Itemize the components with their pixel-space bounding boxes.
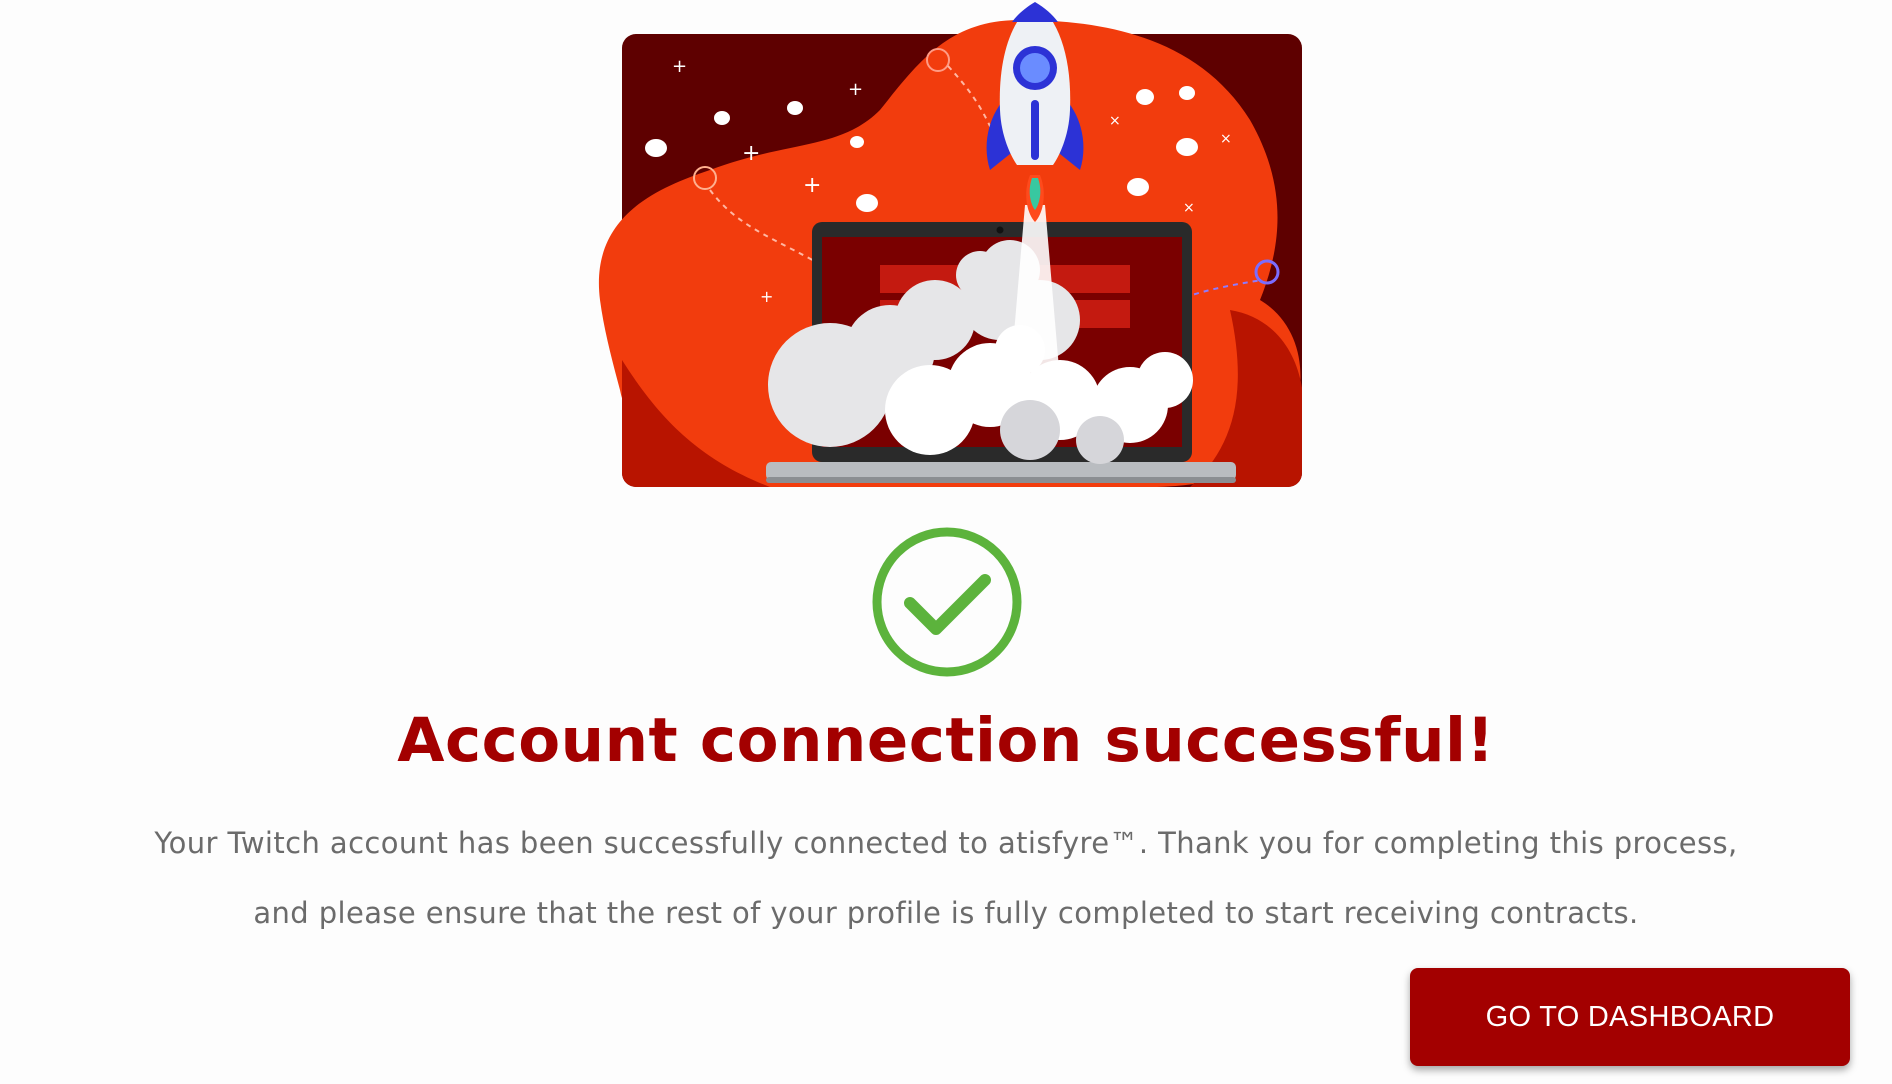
- svg-text:+: +: [803, 173, 821, 198]
- success-message-line-2: and please ensure that the rest of your …: [253, 896, 1639, 930]
- svg-text:+: +: [848, 79, 863, 100]
- success-title: Account connection successful!: [397, 705, 1495, 776]
- svg-text:+: +: [760, 287, 773, 306]
- svg-text:×: ×: [1109, 113, 1121, 129]
- success-message-line-1: Your Twitch account has been successfull…: [154, 826, 1738, 860]
- success-message: Your Twitch account has been successfull…: [20, 808, 1872, 948]
- check-circle-icon: [872, 527, 1022, 677]
- go-to-dashboard-button[interactable]: GO TO DASHBOARD: [1410, 968, 1850, 1066]
- connection-success-page: + + + + + × × × Account connection succe…: [0, 0, 1892, 1084]
- svg-text:+: +: [742, 141, 760, 166]
- svg-text:×: ×: [1183, 200, 1195, 216]
- svg-text:+: +: [672, 56, 687, 77]
- rocket-launch-illustration: + + + + + × × ×: [598, 2, 1302, 487]
- svg-text:×: ×: [1220, 131, 1232, 147]
